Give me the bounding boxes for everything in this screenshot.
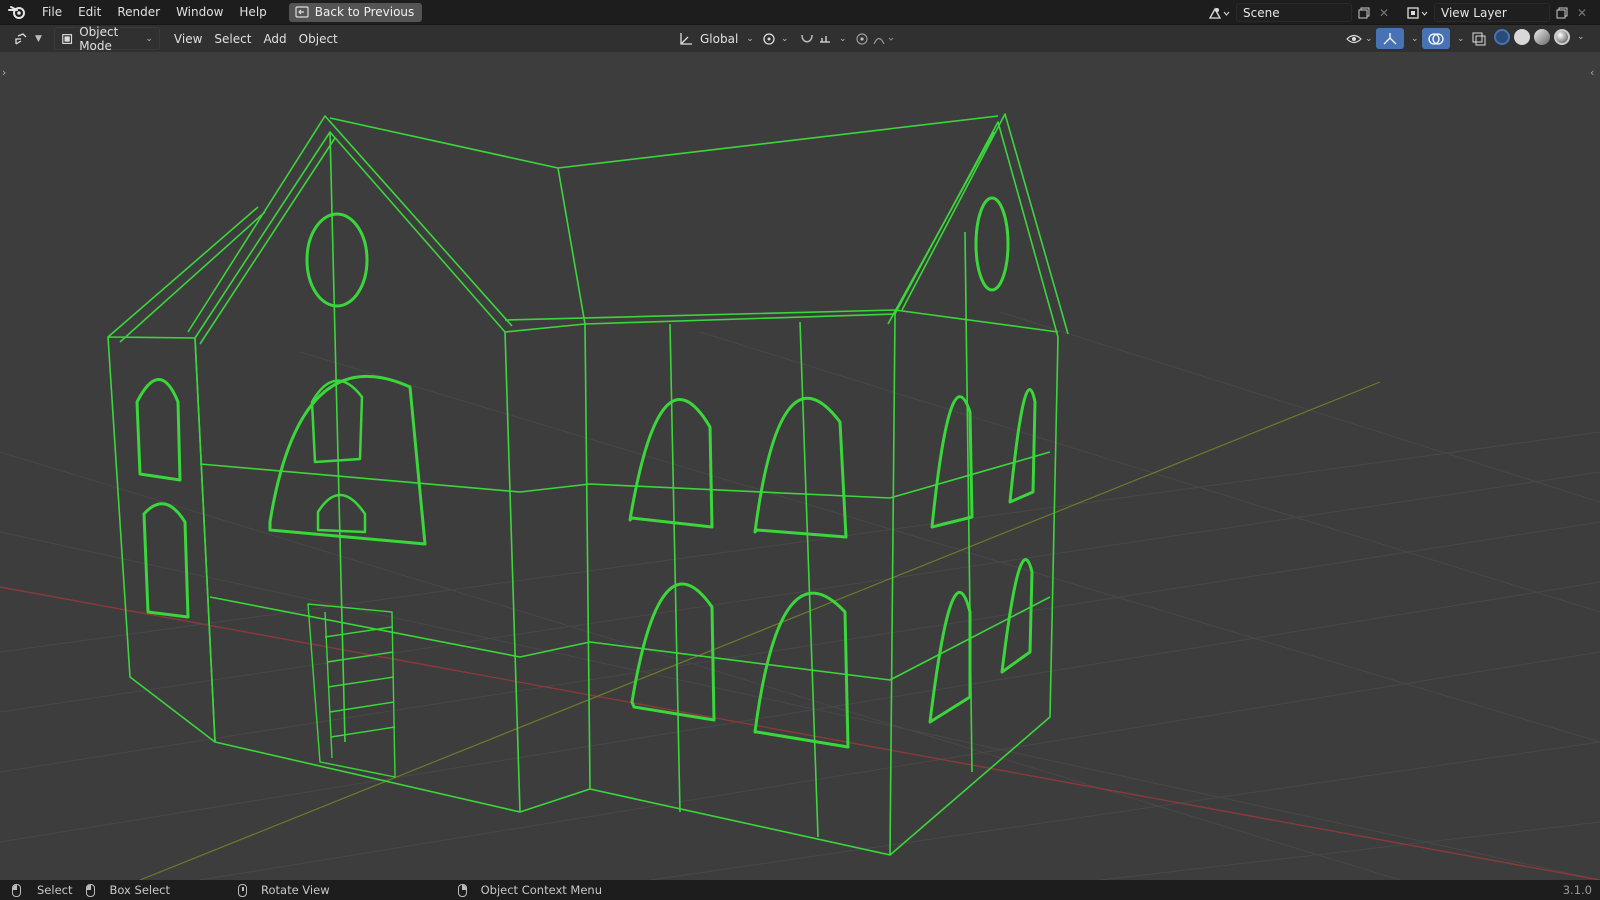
- view-layer-name-label: View Layer: [1441, 5, 1507, 20]
- header-menu-object[interactable]: Object: [293, 28, 344, 49]
- shading-dropdown[interactable]: ⌄: [1577, 32, 1585, 42]
- menu-edit[interactable]: Edit: [70, 0, 109, 25]
- status-select-label: Select: [37, 883, 73, 897]
- header-menu-add[interactable]: Add: [257, 28, 292, 49]
- status-select: Select: [12, 883, 72, 897]
- menu-help[interactable]: Help: [231, 0, 274, 25]
- wireframe-shading-icon[interactable]: [1494, 29, 1510, 45]
- status-context-menu: Object Context Menu: [457, 883, 602, 897]
- view-layer-name-field[interactable]: View Layer: [1434, 3, 1550, 22]
- close-scene-icon[interactable]: ✕: [1376, 3, 1392, 22]
- close-view-layer-icon[interactable]: ✕: [1574, 3, 1590, 22]
- x-axis-line: [0, 586, 1600, 880]
- status-rotate-view-label: Rotate View: [261, 883, 330, 897]
- object-mode-dropdown[interactable]: Object Mode ⌄: [53, 24, 160, 53]
- version-label: 3.1.0: [1562, 883, 1592, 897]
- snap-icon[interactable]: ⌄: [794, 28, 853, 49]
- view-layer-icon[interactable]: [1402, 3, 1432, 22]
- pivot-icon[interactable]: ⌄: [756, 28, 795, 49]
- drag-mouse-icon: [86, 883, 96, 897]
- 3d-viewport[interactable]: › ‹: [0, 52, 1600, 880]
- object-mode-label: Object Mode: [79, 24, 119, 53]
- scene-name-label: Scene: [1243, 5, 1280, 20]
- status-box-select: Box Select: [86, 883, 170, 897]
- viewport-header: ▼ Object Mode ⌄ View Select Add Object G…: [0, 24, 1600, 53]
- status-context-menu-label: Object Context Menu: [480, 883, 602, 897]
- orientation-label: Global: [700, 31, 739, 46]
- scene-name-field[interactable]: Scene: [1236, 3, 1352, 22]
- menu-file[interactable]: File: [34, 0, 70, 25]
- left-mouse-icon: [12, 883, 21, 897]
- scene-selector: Scene ✕: [1204, 3, 1392, 22]
- house-wireframe: [107, 113, 1069, 856]
- orientation-icon: [680, 32, 692, 45]
- visibility-icon[interactable]: ⌄: [1340, 28, 1379, 49]
- new-scene-icon[interactable]: [1354, 3, 1374, 22]
- view-layer-selector: View Layer ✕: [1402, 3, 1590, 22]
- new-view-layer-icon[interactable]: [1552, 3, 1572, 22]
- header-menu-select[interactable]: Select: [208, 28, 257, 49]
- back-icon: [295, 6, 309, 18]
- shading-modes: ⌄: [1494, 29, 1585, 45]
- status-box-select-label: Box Select: [109, 883, 170, 897]
- back-to-previous-label: Back to Previous: [314, 5, 415, 19]
- sidebar-toggle-icon: ‹: [1590, 66, 1594, 79]
- rendered-shading-icon[interactable]: [1554, 29, 1570, 45]
- xray-icon[interactable]: [1466, 28, 1492, 49]
- editor-type-icon[interactable]: ▼: [8, 28, 48, 49]
- scene-icon[interactable]: [1204, 3, 1234, 22]
- solid-shading-icon[interactable]: [1514, 29, 1530, 45]
- menu-render[interactable]: Render: [109, 0, 168, 25]
- transform-orientation-dropdown[interactable]: Global ⌄: [672, 28, 760, 49]
- proportional-icon[interactable]: [850, 28, 902, 49]
- viewport-canvas: › ‹: [0, 66, 1600, 880]
- toolbar-toggle-icon: ›: [2, 66, 6, 79]
- back-to-previous-button[interactable]: Back to Previous: [288, 2, 423, 22]
- top-bar: File Edit Render Window Help Back to Pre…: [0, 0, 1600, 25]
- object-mode-icon: [62, 33, 73, 44]
- overlay-icon[interactable]: [1422, 28, 1450, 49]
- status-rotate-view: Rotate View: [238, 883, 330, 897]
- status-bar: Select Box Select Rotate View Object Con…: [0, 880, 1600, 900]
- right-mouse-icon: [457, 883, 467, 897]
- header-menu-view[interactable]: View: [168, 28, 208, 49]
- material-shading-icon[interactable]: [1534, 29, 1550, 45]
- menu-window[interactable]: Window: [168, 0, 231, 25]
- middle-mouse-icon: [238, 883, 247, 897]
- blender-logo-icon[interactable]: [0, 0, 34, 25]
- gizmo-icon[interactable]: [1376, 28, 1404, 49]
